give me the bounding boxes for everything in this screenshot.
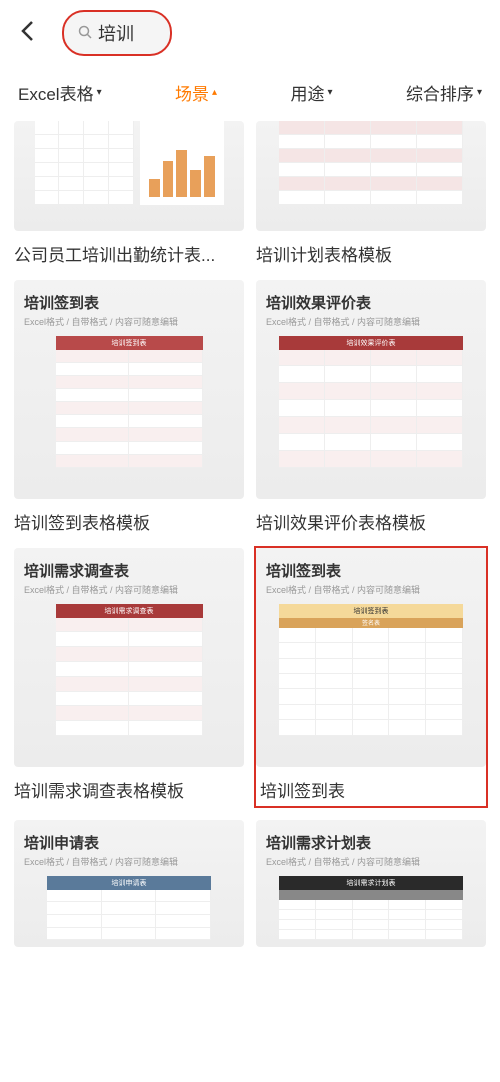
- filter-purpose[interactable]: 用途 ▾: [290, 80, 332, 105]
- filter-bar: Excel表格 ▾ 场景 ▴ 用途 ▾ 综合排序 ▾: [0, 66, 500, 115]
- filter-scene[interactable]: 场景 ▴: [175, 80, 217, 105]
- template-card-highlighted[interactable]: 培训签到表 Excel格式 / 自带格式 / 内容可随意编辑 培训签到表 签名表: [254, 546, 488, 808]
- template-thumbnail: 培训需求计划表 Excel格式 / 自带格式 / 内容可随意编辑 培训需求计划表: [256, 820, 486, 948]
- search-input[interactable]: 培训: [62, 10, 172, 56]
- template-grid: 公司员工培训出勤统计表... 培训计划表格模板 培训: [0, 115, 500, 953]
- preview-subtitle: Excel格式 / 自带格式 / 内容可随意编辑: [24, 583, 234, 596]
- preview-table-header: 培训效果评价表: [279, 336, 464, 350]
- preview-subtitle: Excel格式 / 自带格式 / 内容可随意编辑: [24, 315, 234, 328]
- template-card[interactable]: 公司员工培训出勤统计表...: [14, 121, 244, 266]
- template-thumbnail: 培训签到表 Excel格式 / 自带格式 / 内容可随意编辑 培训签到表 签名表: [256, 548, 486, 767]
- search-icon: [78, 25, 92, 42]
- template-card[interactable]: 培训需求调查表 Excel格式 / 自带格式 / 内容可随意编辑 培训需求调查表: [14, 548, 244, 806]
- template-thumbnail: 培训申请表 Excel格式 / 自带格式 / 内容可随意编辑 培训申请表: [14, 820, 244, 948]
- template-card[interactable]: 培训计划表格模板: [256, 121, 486, 266]
- filter-type-label: Excel表格: [18, 80, 94, 105]
- template-label: 培训签到表格模板: [14, 509, 244, 534]
- preview-table-subheader: 签名表: [279, 618, 464, 628]
- preview-table-header: 培训签到表: [279, 604, 464, 618]
- preview-table-header: 培训签到表: [56, 336, 203, 350]
- template-thumbnail: 培训需求调查表 Excel格式 / 自带格式 / 内容可随意编辑 培训需求调查表: [14, 548, 244, 767]
- template-label: 培训签到表: [256, 777, 486, 806]
- back-button[interactable]: [14, 18, 40, 49]
- preview-subtitle: Excel格式 / 自带格式 / 内容可随意编辑: [266, 315, 476, 328]
- template-label: 培训需求调查表格模板: [14, 777, 244, 802]
- template-thumbnail: [14, 121, 244, 231]
- filter-sort[interactable]: 综合排序 ▾: [406, 80, 482, 105]
- template-card[interactable]: 培训需求计划表 Excel格式 / 自带格式 / 内容可随意编辑 培训需求计划表: [256, 820, 486, 948]
- chevron-down-icon: ▾: [477, 87, 482, 98]
- preview-subtitle: Excel格式 / 自带格式 / 内容可随意编辑: [24, 855, 234, 868]
- template-card[interactable]: 培训效果评价表 Excel格式 / 自带格式 / 内容可随意编辑 培训效果评价表: [256, 280, 486, 534]
- template-card[interactable]: 培训签到表 Excel格式 / 自带格式 / 内容可随意编辑 培训签到表: [14, 280, 244, 534]
- preview-subtitle: Excel格式 / 自带格式 / 内容可随意编辑: [266, 855, 476, 868]
- preview-table-header: 培训申请表: [47, 876, 211, 890]
- preview-title: 培训需求调查表: [24, 560, 234, 581]
- template-label: 公司员工培训出勤统计表...: [14, 241, 244, 266]
- template-label: 培训计划表格模板: [256, 241, 486, 266]
- template-label: 培训效果评价表格模板: [256, 509, 486, 534]
- preview-subtitle: Excel格式 / 自带格式 / 内容可随意编辑: [266, 583, 476, 596]
- chevron-down-icon: ▾: [327, 87, 332, 98]
- template-thumbnail: 培训效果评价表 Excel格式 / 自带格式 / 内容可随意编辑 培训效果评价表: [256, 280, 486, 499]
- template-thumbnail: [256, 121, 486, 231]
- preview-title: 培训签到表: [266, 560, 476, 581]
- template-card[interactable]: 培训申请表 Excel格式 / 自带格式 / 内容可随意编辑 培训申请表: [14, 820, 244, 948]
- chevron-up-icon: ▴: [212, 87, 217, 98]
- header-bar: 培训: [0, 0, 500, 66]
- preview-table-header: 培训需求计划表: [279, 876, 464, 890]
- filter-scene-label: 场景: [175, 80, 209, 105]
- preview-table-header: 培训需求调查表: [56, 604, 203, 618]
- template-thumbnail: 培训签到表 Excel格式 / 自带格式 / 内容可随意编辑 培训签到表: [14, 280, 244, 499]
- preview-title: 培训效果评价表: [266, 292, 476, 313]
- filter-type[interactable]: Excel表格 ▾: [18, 80, 102, 105]
- preview-title: 培训需求计划表: [266, 832, 476, 853]
- filter-purpose-label: 用途: [290, 80, 324, 105]
- chevron-down-icon: ▾: [97, 87, 102, 98]
- search-text: 培训: [98, 20, 134, 46]
- preview-title: 培训申请表: [24, 832, 234, 853]
- filter-sort-label: 综合排序: [406, 80, 474, 105]
- preview-title: 培训签到表: [24, 292, 234, 313]
